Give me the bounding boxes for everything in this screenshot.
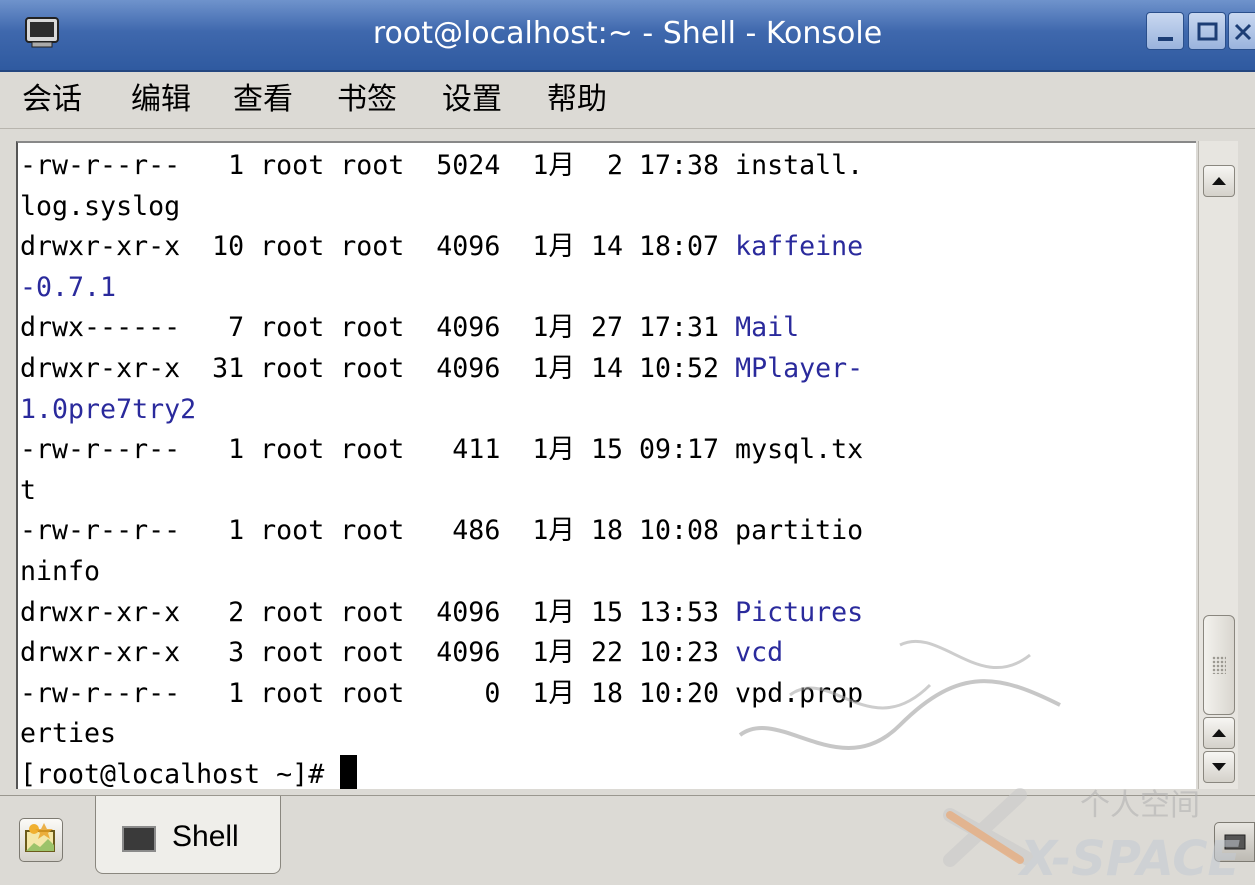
terminal-line: drwxr-xr-x 3 root root 4096 1月 22 10:23 … [20, 633, 863, 674]
terminal-line: -rw-r--r-- 1 root root 486 1月 18 10:08 p… [20, 511, 863, 552]
menu-bar: 会话 编辑 查看 书签 设置 帮助 [0, 72, 1255, 129]
new-session-button[interactable] [19, 818, 63, 862]
line-text: drwxr-xr-x 10 root root 4096 1月 14 18:07 [20, 231, 736, 263]
terminal-line: 1.0pre7try2 [20, 390, 863, 431]
directory-name: Mail [735, 312, 800, 344]
line-text: drwxr-xr-x 2 root root 4096 1月 15 13:53 [20, 596, 736, 628]
terminal-line: erties [20, 714, 863, 755]
line-text: -rw-r--r-- 1 root root 5024 1月 2 17:38 i… [20, 150, 864, 181]
terminal-line: log.syslog [20, 187, 863, 228]
vertical-scrollbar[interactable] [1198, 141, 1238, 789]
shell-prompt: [root@localhost ~]# [20, 758, 341, 790]
menu-edit[interactable]: 编辑 [131, 82, 191, 118]
konsole-window: root@localhost:~ - Shell - Konsole 会话 编辑… [0, 0, 1255, 885]
title-bar[interactable]: root@localhost:~ - Shell - Konsole [0, 0, 1255, 72]
tab-label: Shell [172, 820, 239, 853]
menu-session[interactable]: 会话 [22, 82, 82, 118]
new-session-icon [25, 823, 55, 852]
close-session-button[interactable] [1214, 822, 1255, 862]
terminal-line: ninfo [20, 552, 863, 593]
text-cursor [340, 754, 358, 789]
menu-help[interactable]: 帮助 [547, 82, 607, 118]
terminal-line: drwxr-xr-x 2 root root 4096 1月 15 13:53 … [20, 593, 863, 634]
terminal-line: drwxr-xr-x 10 root root 4096 1月 14 18:07… [20, 227, 863, 268]
line-text: -rw-r--r-- 1 root root 411 1月 15 09:17 m… [20, 434, 864, 466]
terminal-output: -rw-r--r-- 1 root root 5024 1月 2 17:38 i… [20, 146, 863, 796]
terminal-prompt-line[interactable]: [root@localhost ~]# [20, 754, 863, 796]
maximize-button[interactable] [1188, 12, 1226, 50]
directory-name: -0.7.1 [20, 271, 117, 303]
menu-view[interactable]: 查看 [233, 82, 293, 118]
arrow-up-icon [1212, 177, 1226, 185]
line-text: erties [20, 718, 117, 750]
directory-name: vcd [735, 637, 784, 669]
line-text: drwx------ 7 root root 4096 1月 27 17:31 [20, 312, 736, 344]
window-title: root@localhost:~ - Shell - Konsole [372, 16, 883, 51]
close-icon [1234, 23, 1252, 41]
terminal-line: t [20, 471, 863, 512]
grip-icon [1212, 656, 1226, 674]
menu-settings[interactable]: 设置 [442, 82, 502, 118]
terminal-line: -rw-r--r-- 1 root root 411 1月 15 09:17 m… [20, 430, 863, 471]
line-text: ninfo [20, 555, 101, 587]
menu-bookmarks[interactable]: 书签 [337, 82, 397, 118]
scroll-up-button-lower[interactable] [1203, 717, 1235, 749]
directory-name: 1.0pre7try2 [20, 393, 197, 425]
line-text: -rw-r--r-- 1 root root 0 1月 18 10:20 vpd… [20, 677, 864, 709]
terminal-line: -rw-r--r-- 1 root root 5024 1月 2 17:38 i… [20, 146, 863, 187]
terminal-icon [122, 826, 156, 852]
tab-shell[interactable]: Shell [95, 796, 281, 874]
directory-name: MPlayer- [735, 352, 864, 384]
line-text: drwxr-xr-x 3 root root 4096 1月 22 10:23 [20, 637, 736, 669]
terminal-line: -0.7.1 [20, 268, 863, 309]
line-text: drwxr-xr-x 31 root root 4096 1月 14 10:52 [20, 352, 736, 384]
arrow-down-icon [1212, 763, 1226, 771]
line-text: log.syslog [20, 190, 181, 222]
scroll-up-button[interactable] [1203, 165, 1235, 197]
arrow-up-icon [1212, 729, 1226, 737]
terminal-line: drwxr-xr-x 31 root root 4096 1月 14 10:52… [20, 349, 863, 390]
minimize-icon [1158, 37, 1173, 41]
scroll-thumb[interactable] [1203, 615, 1235, 715]
directory-name: kaffeine [735, 231, 864, 263]
terminal-line: -rw-r--r-- 1 root root 0 1月 18 10:20 vpd… [20, 674, 863, 715]
close-window-button[interactable] [1228, 12, 1255, 50]
close-session-icon [1224, 834, 1246, 850]
line-text: -rw-r--r-- 1 root root 486 1月 18 10:08 p… [20, 515, 864, 547]
terminal-line: drwx------ 7 root root 4096 1月 27 17:31 … [20, 308, 863, 349]
terminal-view[interactable]: -rw-r--r-- 1 root root 5024 1月 2 17:38 i… [16, 141, 1196, 790]
maximize-icon [1197, 22, 1218, 41]
tab-bar: Shell [0, 795, 1255, 882]
minimize-button[interactable] [1146, 12, 1184, 50]
line-text: t [20, 474, 37, 506]
directory-name: Pictures [735, 596, 864, 628]
scroll-down-button[interactable] [1203, 751, 1235, 783]
